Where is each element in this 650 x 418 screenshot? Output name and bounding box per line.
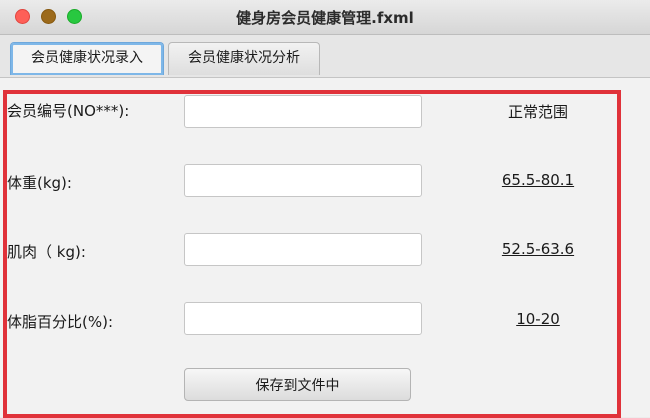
member-id-input[interactable] [184, 95, 422, 128]
muscle-label: 肌肉（ kg): [7, 243, 86, 261]
normal-range-header: 正常范围 [507, 103, 568, 121]
weight-input[interactable] [184, 164, 422, 197]
muscle-input[interactable] [184, 233, 422, 266]
tab-health-analysis[interactable]: 会员健康状况分析 [168, 42, 320, 75]
member-id-label: 会员编号(NO***): [7, 102, 130, 120]
weight-label: 体重(kg): [7, 174, 72, 192]
body-fat-range: 10-20 [516, 310, 560, 328]
window-title: 健身房会员健康管理.fxml [236, 9, 414, 27]
tab-health-entry[interactable]: 会员健康状况录入 [10, 42, 164, 75]
body-fat-input[interactable] [184, 302, 422, 335]
weight-range: 65.5-80.1 [501, 171, 575, 189]
tab-strip: 会员健康状况录入 会员健康状况分析 [0, 35, 650, 78]
body-fat-label: 体脂百分比(%): [7, 313, 114, 331]
muscle-range: 52.5-63.6 [501, 240, 575, 258]
title-bar: 健身房会员健康管理.fxml [0, 0, 650, 35]
save-to-file-button[interactable]: 保存到文件中 [184, 368, 411, 401]
